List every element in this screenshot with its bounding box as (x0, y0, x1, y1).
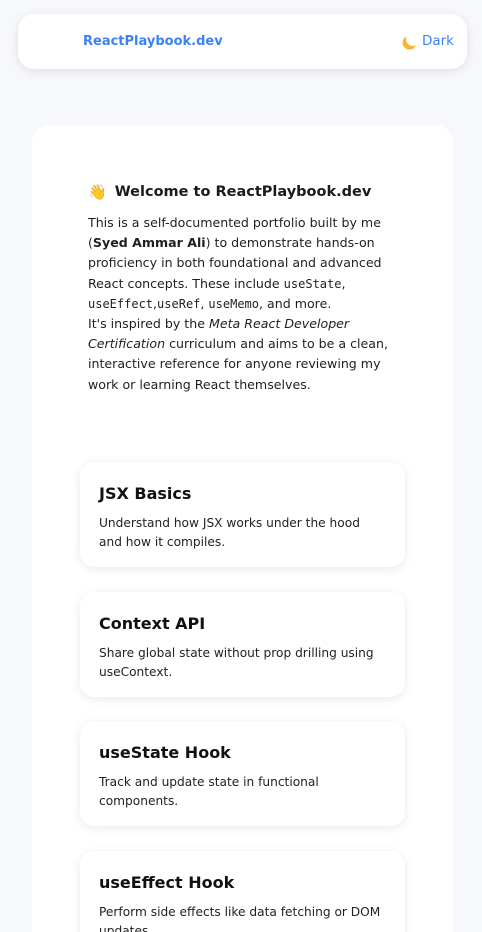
code-usestate: useState (283, 276, 342, 291)
topic-description: Perform side effects like data fetching … (99, 905, 381, 932)
topic-description: Track and update state in functional com… (99, 775, 319, 808)
code-useeffect: useEffect (88, 296, 154, 311)
intro-title-text: Welcome to ReactPlaybook.dev (114, 184, 372, 200)
main-card: 👋 Welcome to ReactPlaybook.dev This is a… (32, 125, 453, 932)
topic-title: useState Hook (99, 743, 231, 762)
author-name: Syed Ammar Ali (92, 235, 206, 251)
brand-link[interactable]: ReactPlaybook.dev (83, 34, 223, 49)
intro-text: It's inspired by the (88, 316, 209, 332)
intro-title: 👋 Welcome to ReactPlaybook.dev (88, 183, 398, 201)
intro-paragraph-2: It's inspired by the Meta React Develope… (88, 314, 398, 395)
topic-title: JSX Basics (99, 484, 192, 503)
code-usememo: useMemo (208, 296, 259, 311)
topic-title: useEffect Hook (99, 873, 235, 892)
intro-text: , and more. (259, 295, 332, 311)
topic-card-useeffect-hook[interactable]: useEffect Hook Perform side effects like… (80, 851, 405, 932)
topic-description: Share global state without prop drilling… (99, 646, 374, 679)
intro-section: 👋 Welcome to ReactPlaybook.dev This is a… (88, 183, 398, 395)
wave-icon: 👋 (88, 183, 107, 201)
navbar: ReactPlaybook.dev Dark (18, 14, 467, 69)
topic-title: Context API (99, 614, 206, 633)
theme-toggle-label: Dark (421, 33, 454, 49)
intro-paragraph-1: This is a self-documented portfolio buil… (88, 213, 398, 314)
topic-card-usestate-hook[interactable]: useState Hook Track and update state in … (80, 721, 405, 826)
theme-toggle-button[interactable]: Dark (402, 33, 454, 49)
topic-card-context-api[interactable]: Context API Share global state without p… (80, 592, 405, 697)
code-useref: useRef (157, 296, 201, 311)
topic-card-jsx-basics[interactable]: JSX Basics Understand how JSX works unde… (80, 462, 405, 567)
topic-description: Understand how JSX works under the hood … (99, 516, 360, 549)
intro-separator: , (341, 275, 346, 291)
moon-icon (405, 31, 421, 47)
